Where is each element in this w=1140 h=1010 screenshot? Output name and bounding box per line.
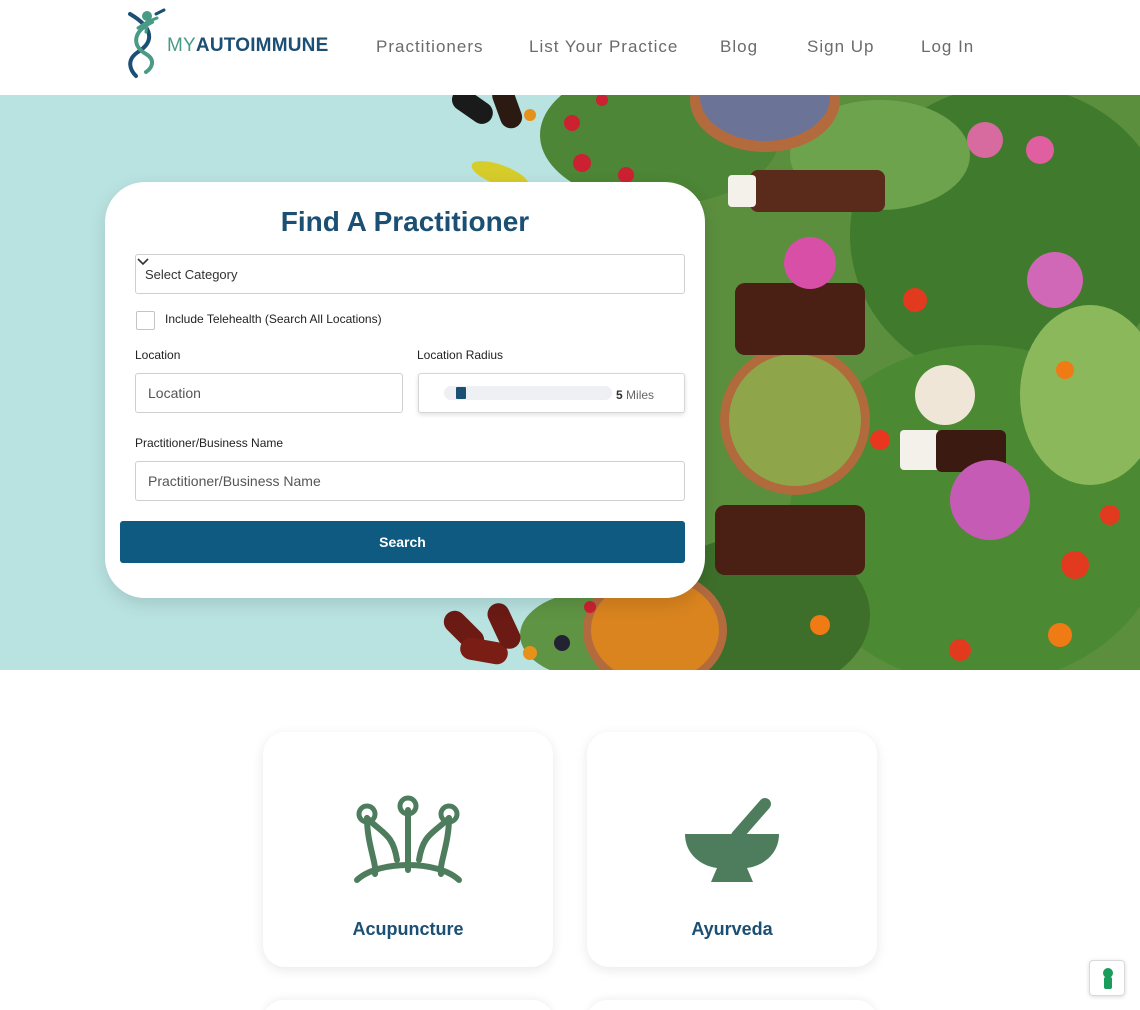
location-input[interactable] <box>135 373 403 413</box>
nav-practitioners[interactable]: Practitioners <box>376 37 483 57</box>
category-card-acupuncture[interactable]: Acupuncture <box>263 732 553 967</box>
category-card-stub[interactable] <box>263 1000 553 1010</box>
telehealth-checkbox[interactable] <box>136 311 155 330</box>
hero-banner: Find A Practitioner Select Category Incl… <box>0 95 1140 670</box>
category-select[interactable]: Select Category <box>135 254 685 294</box>
location-label: Location <box>135 348 181 362</box>
main-nav: Practitioners List Your Practice Blog Si… <box>0 37 1140 59</box>
mortar-pestle-icon <box>685 798 779 882</box>
category-card-stub[interactable] <box>587 1000 877 1010</box>
search-button[interactable]: Search <box>120 521 685 563</box>
category-label: Acupuncture <box>352 919 464 939</box>
radius-unit: Miles <box>626 388 655 402</box>
radius-number: 5 <box>616 388 623 402</box>
category-card-ayurveda[interactable]: Ayurveda <box>587 732 877 967</box>
nav-list-your-practice[interactable]: List Your Practice <box>529 37 678 57</box>
nav-log-in[interactable]: Log In <box>921 37 974 57</box>
radius-slider-track[interactable] <box>444 386 612 400</box>
radius-slider-handle[interactable] <box>456 387 466 399</box>
business-name-label: Practitioner/Business Name <box>135 436 284 450</box>
category-select-value: Select Category <box>145 267 238 282</box>
telehealth-label: Include Telehealth (Search All Locations… <box>165 312 382 326</box>
business-name-input[interactable] <box>135 461 685 501</box>
site-header: MYAUTOIMMUNE Practitioners List Your Pra… <box>0 0 1140 95</box>
nav-blog[interactable]: Blog <box>720 37 758 57</box>
location-radius-slider[interactable]: 5 Miles <box>418 373 685 413</box>
nav-sign-up[interactable]: Sign Up <box>807 37 874 57</box>
card-title: Find A Practitioner <box>280 206 530 237</box>
accessibility-button[interactable] <box>1089 960 1125 996</box>
category-label: Ayurveda <box>691 919 773 939</box>
chevron-down-icon <box>137 258 149 266</box>
radius-value: 5 Miles <box>616 388 654 402</box>
accessibility-icon <box>1103 968 1113 989</box>
location-radius-label: Location Radius <box>417 348 504 362</box>
find-practitioner-card: Find A Practitioner Select Category Incl… <box>105 182 705 598</box>
acupuncture-needles-icon <box>354 795 462 883</box>
